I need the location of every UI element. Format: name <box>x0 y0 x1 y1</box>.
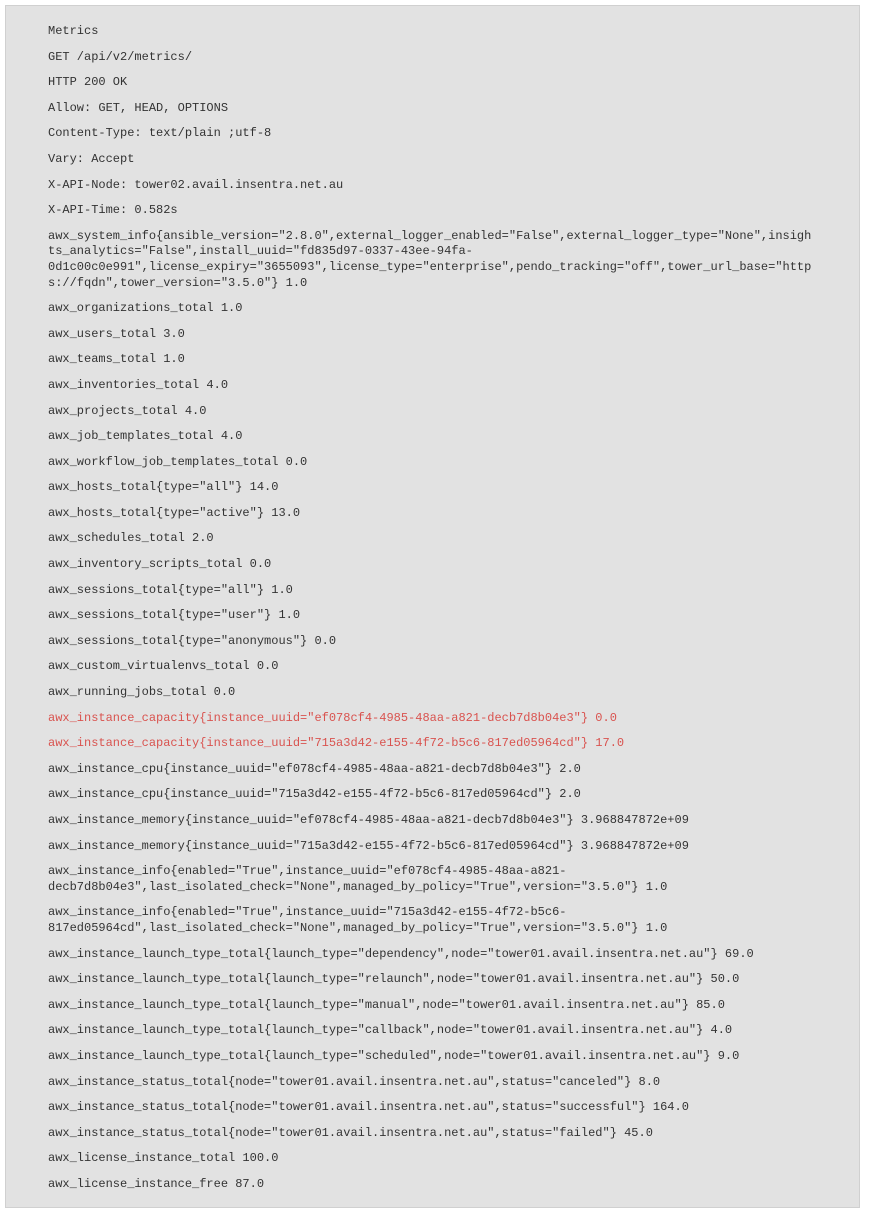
metrics-line: awx_instance_capacity{instance_uuid="ef0… <box>6 711 859 727</box>
metrics-line: X-API-Node: tower02.avail.insentra.net.a… <box>6 178 859 194</box>
metrics-line: Metrics <box>6 24 859 40</box>
metrics-line: awx_system_info{ansible_version="2.8.0",… <box>6 229 859 291</box>
metrics-line: awx_instance_capacity{instance_uuid="715… <box>6 736 859 752</box>
metrics-line: awx_instance_launch_type_total{launch_ty… <box>6 1023 859 1039</box>
metrics-line: Vary: Accept <box>6 152 859 168</box>
metrics-line: awx_instance_info{enabled="True",instanc… <box>6 864 859 895</box>
metrics-line: awx_users_total 3.0 <box>6 327 859 343</box>
metrics-line: awx_instance_cpu{instance_uuid="715a3d42… <box>6 787 859 803</box>
metrics-line: awx_license_instance_total 100.0 <box>6 1151 859 1167</box>
metrics-line: awx_hosts_total{type="all"} 14.0 <box>6 480 859 496</box>
metrics-line: Content-Type: text/plain ;utf-8 <box>6 126 859 142</box>
metrics-line: awx_projects_total 4.0 <box>6 404 859 420</box>
metrics-line: awx_instance_launch_type_total{launch_ty… <box>6 998 859 1014</box>
metrics-line: awx_inventories_total 4.0 <box>6 378 859 394</box>
metrics-line: awx_sessions_total{type="user"} 1.0 <box>6 608 859 624</box>
metrics-line: awx_instance_memory{instance_uuid="ef078… <box>6 813 859 829</box>
metrics-line: awx_instance_status_total{node="tower01.… <box>6 1100 859 1116</box>
metrics-line: awx_instance_launch_type_total{launch_ty… <box>6 947 859 963</box>
metrics-line: Allow: GET, HEAD, OPTIONS <box>6 101 859 117</box>
metrics-line: awx_schedules_total 2.0 <box>6 531 859 547</box>
metrics-line: awx_organizations_total 1.0 <box>6 301 859 317</box>
metrics-line: X-API-Time: 0.582s <box>6 203 859 219</box>
metrics-lines-container: Metrics GET /api/v2/metrics/HTTP 200 OK Al… <box>6 24 859 1193</box>
metrics-line: awx_sessions_total{type="anonymous"} 0.0 <box>6 634 859 650</box>
metrics-line: awx_instance_status_total{node="tower01.… <box>6 1126 859 1142</box>
metrics-line: awx_license_instance_free 87.0 <box>6 1177 859 1193</box>
metrics-line: awx_instance_memory{instance_uuid="715a3… <box>6 839 859 855</box>
metrics-line: awx_sessions_total{type="all"} 1.0 <box>6 583 859 599</box>
metrics-line: awx_teams_total 1.0 <box>6 352 859 368</box>
metrics-line: GET /api/v2/metrics/ <box>6 50 859 66</box>
metrics-line: awx_instance_cpu{instance_uuid="ef078cf4… <box>6 762 859 778</box>
metrics-line: awx_inventory_scripts_total 0.0 <box>6 557 859 573</box>
metrics-line: awx_running_jobs_total 0.0 <box>6 685 859 701</box>
metrics-line: awx_custom_virtualenvs_total 0.0 <box>6 659 859 675</box>
metrics-line: HTTP 200 OK <box>6 75 859 91</box>
metrics-line: awx_instance_launch_type_total{launch_ty… <box>6 1049 859 1065</box>
metrics-line: awx_instance_info{enabled="True",instanc… <box>6 905 859 936</box>
metrics-line: awx_instance_launch_type_total{launch_ty… <box>6 972 859 988</box>
metrics-line: awx_hosts_total{type="active"} 13.0 <box>6 506 859 522</box>
metrics-output-panel: Metrics GET /api/v2/metrics/HTTP 200 OK Al… <box>5 5 860 1208</box>
metrics-line: awx_job_templates_total 4.0 <box>6 429 859 445</box>
metrics-line: awx_workflow_job_templates_total 0.0 <box>6 455 859 471</box>
